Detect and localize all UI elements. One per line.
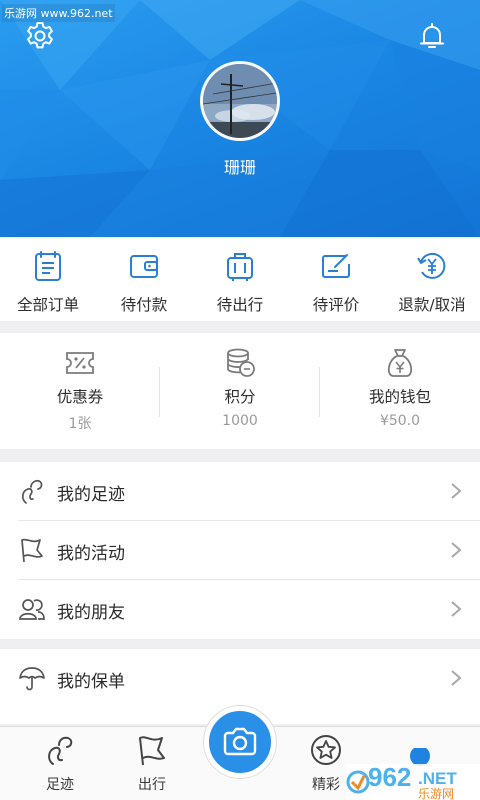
- pending-payment-button[interactable]: 待付款: [96, 237, 192, 321]
- star-icon: [311, 735, 341, 765]
- points-label: 积分: [224, 388, 256, 406]
- my-friends-item[interactable]: 我的朋友: [18, 580, 480, 639]
- footprint-icon: [22, 479, 43, 504]
- coupons-label: 优惠券: [56, 388, 104, 406]
- wallet-icon: [130, 255, 158, 278]
- logo-number: 962: [368, 762, 411, 792]
- site-logo-watermark: 962 .NET 乐游网: [346, 748, 480, 800]
- wallet-label: 我的钱包: [368, 388, 431, 406]
- refund-cancel-button[interactable]: 退款/取消: [384, 237, 480, 321]
- points-value: 1000: [222, 413, 258, 429]
- chevron-right-icon: [451, 670, 462, 686]
- all-orders-label: 全部订单: [16, 296, 79, 314]
- flag-icon: [21, 538, 43, 563]
- logo-suffix: .NET: [418, 769, 457, 788]
- menu-list: 我的足迹 我的活动 我的朋友: [0, 462, 480, 639]
- notification-bell-icon[interactable]: [416, 20, 448, 52]
- tab-footprints[interactable]: 足迹: [20, 727, 100, 800]
- chevron-right-icon: [451, 601, 462, 617]
- settings-gear-icon[interactable]: [24, 20, 56, 52]
- coupons-value: 1张: [68, 416, 92, 432]
- flag-icon: [139, 736, 165, 766]
- watermark-text: 乐游网 www.962.net: [2, 4, 115, 22]
- all-orders-button[interactable]: 全部订单: [0, 237, 96, 321]
- luggage-icon: [227, 253, 253, 281]
- logo-name: 乐游网: [418, 787, 454, 800]
- pending-review-button[interactable]: 待评价: [288, 237, 384, 321]
- camera-button[interactable]: [204, 706, 276, 778]
- assets-row: 优惠券 1张 积分 1000 我的钱包 ¥50.0: [0, 333, 480, 449]
- money-bag-icon: [387, 349, 413, 377]
- refund-icon: [417, 252, 446, 279]
- my-footprints-item[interactable]: 我的足迹: [18, 462, 480, 521]
- my-footprints-label: 我的足迹: [57, 485, 125, 505]
- my-activities-label: 我的活动: [57, 544, 125, 564]
- order-status-row: 全部订单 待付款 待出行 待评价 退款/取消: [0, 237, 480, 321]
- tab-footprints-label: 足迹: [46, 777, 74, 793]
- all-orders-icon: [35, 251, 61, 281]
- refund-cancel-label: 退款/取消: [398, 296, 466, 314]
- asset-divider: [159, 367, 160, 417]
- review-icon: [322, 254, 350, 278]
- friends-icon: [19, 599, 45, 620]
- tab-travel-label: 出行: [138, 777, 166, 793]
- my-friends-label: 我的朋友: [57, 603, 125, 623]
- my-insurance-label: 我的保单: [57, 672, 125, 692]
- chevron-right-icon: [451, 483, 462, 499]
- coupons-button[interactable]: 优惠券 1张: [0, 333, 160, 449]
- asset-divider: [319, 367, 320, 417]
- pending-review-label: 待评价: [312, 296, 360, 314]
- avatar[interactable]: [200, 61, 280, 141]
- coupon-icon: [66, 352, 94, 374]
- pending-payment-label: 待付款: [120, 296, 168, 314]
- pending-trip-label: 待出行: [216, 296, 264, 314]
- username[interactable]: 珊珊: [0, 154, 480, 178]
- umbrella-icon: [19, 667, 45, 691]
- wallet-button[interactable]: 我的钱包 ¥50.0: [320, 333, 480, 449]
- profile-header: 乐游网 www.962.net 珊珊: [0, 0, 480, 237]
- pending-trip-button[interactable]: 待出行: [192, 237, 288, 321]
- tab-travel[interactable]: 出行: [112, 727, 192, 800]
- chevron-right-icon: [451, 542, 462, 558]
- coins-icon: [227, 348, 255, 377]
- my-insurance-item[interactable]: 我的保单: [18, 649, 480, 708]
- wallet-value: ¥50.0: [379, 413, 421, 429]
- my-activities-item[interactable]: 我的活动: [18, 521, 480, 580]
- points-button[interactable]: 积分 1000: [160, 333, 320, 449]
- camera-icon: [223, 727, 257, 756]
- footprint-icon: [48, 736, 73, 765]
